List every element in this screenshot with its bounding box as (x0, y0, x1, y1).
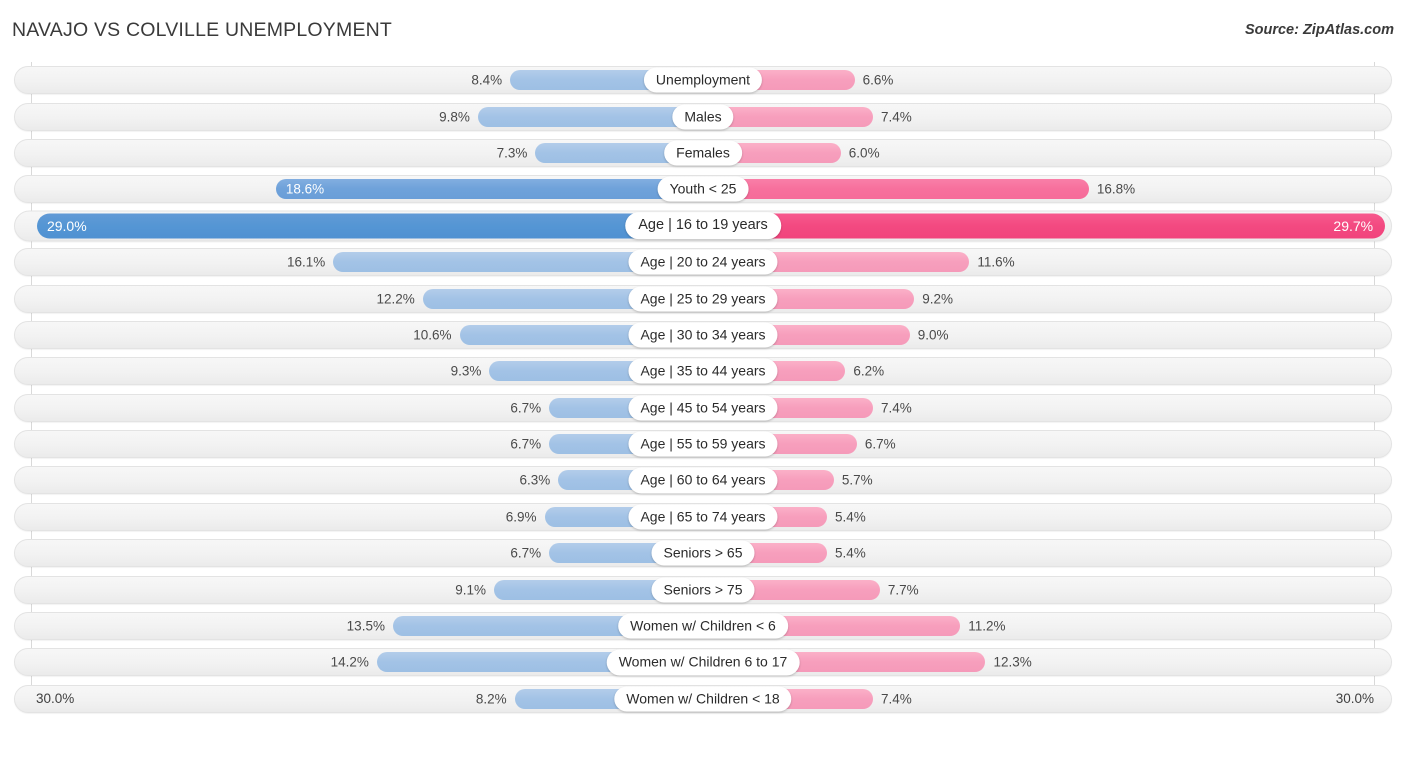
category-label: Males (672, 104, 734, 130)
table-row[interactable]: 6.7% 6.7% Age | 55 to 59 years (0, 426, 1406, 462)
table-row[interactable]: 12.2% 9.2% Age | 25 to 29 years (0, 280, 1406, 316)
value-label-navajo: 6.9% (505, 509, 537, 525)
table-row[interactable]: 14.2% 12.3% Women w/ Children 6 to 17 (0, 644, 1406, 680)
value-label-navajo: 14.2% (330, 654, 369, 670)
value-label-colville: 6.2% (853, 363, 885, 379)
category-label: Age | 35 to 44 years (628, 358, 778, 384)
category-label: Age | 55 to 59 years (628, 431, 778, 457)
value-label-colville: 29.7% (1333, 217, 1374, 234)
table-row[interactable]: 18.6% 16.8% Youth < 25 (0, 171, 1406, 207)
category-label: Age | 65 to 74 years (628, 504, 778, 530)
bar-row-list: 8.4% 6.6% Unemployment 9.8% 7.4% Males 7.3% 6.0… (0, 62, 1406, 717)
table-row[interactable]: 13.5% 11.2% Women w/ Children < 6 (0, 608, 1406, 644)
category-label: Age | 16 to 19 years (625, 211, 781, 240)
bar-navajo[interactable] (36, 213, 703, 239)
value-label-navajo: 6.7% (510, 436, 542, 452)
value-label-navajo: 8.4% (471, 72, 503, 88)
bar-navajo[interactable] (275, 179, 703, 200)
chart-root: NAVAJO VS COLVILLE UNEMPLOYMENT Source: … (0, 0, 1406, 757)
value-label-colville: 5.4% (835, 545, 866, 561)
value-label-colville: 6.6% (862, 72, 894, 88)
value-label-navajo: 13.5% (346, 618, 385, 634)
value-label-navajo: 9.1% (455, 581, 487, 597)
category-label: Age | 20 to 24 years (628, 249, 778, 275)
table-row[interactable]: 6.7% 5.4% Seniors > 65 (0, 535, 1406, 571)
table-row[interactable]: 10.6% 9.0% Age | 30 to 34 years (0, 317, 1406, 353)
value-label-colville: 7.7% (887, 581, 919, 597)
value-label-navajo: 29.0% (46, 217, 87, 234)
value-label-colville: 7.4% (880, 108, 912, 124)
value-label-colville: 6.7% (864, 436, 896, 452)
category-label: Women w/ Children < 6 (618, 613, 788, 639)
table-row[interactable]: 6.3% 5.7% Age | 60 to 64 years (0, 462, 1406, 498)
table-row[interactable]: 9.8% 7.4% Males (0, 98, 1406, 134)
category-label: Unemployment (643, 67, 763, 93)
value-label-navajo: 7.3% (496, 145, 528, 161)
category-label: Age | 60 to 64 years (628, 467, 778, 494)
bar-colville[interactable] (703, 213, 1386, 239)
bar-colville[interactable] (703, 179, 1089, 200)
category-label: Women w/ Children < 18 (614, 686, 792, 712)
plot-area: 8.4% 6.6% Unemployment 9.8% 7.4% Males 7.3% 6.0… (0, 62, 1406, 717)
category-label: Youth < 25 (657, 176, 749, 202)
value-label-navajo: 12.2% (376, 290, 415, 306)
category-label: Age | 45 to 54 years (628, 395, 778, 421)
category-label: Age | 30 to 34 years (628, 322, 778, 348)
table-row[interactable]: 16.1% 11.6% Age | 20 to 24 years (0, 244, 1406, 280)
value-label-colville: 9.0% (917, 327, 949, 343)
value-label-colville: 11.2% (968, 618, 1006, 634)
category-label: Females (664, 140, 742, 166)
value-label-navajo: 18.6% (285, 181, 325, 197)
value-label-colville: 16.8% (1096, 181, 1136, 197)
value-label-colville: 5.4% (835, 509, 866, 525)
category-label: Seniors > 65 (651, 540, 755, 566)
table-row[interactable]: 6.9% 5.4% Age | 65 to 74 years (0, 499, 1406, 535)
value-label-navajo: 9.8% (439, 108, 470, 124)
value-label-navajo: 6.7% (510, 399, 542, 415)
value-label-navajo: 6.7% (510, 545, 542, 561)
axis-max-right: 30.0% (1335, 691, 1374, 706)
axis-max-left: 30.0% (36, 691, 75, 706)
category-label: Age | 25 to 29 years (628, 285, 778, 312)
table-row[interactable]: 9.1% 7.7% Seniors > 75 (0, 571, 1406, 607)
category-label: Seniors > 75 (651, 577, 755, 603)
table-row[interactable]: 6.7% 7.4% Age | 45 to 54 years (0, 390, 1406, 426)
value-label-colville: 7.4% (880, 399, 912, 415)
bar-navajo[interactable] (477, 106, 703, 127)
value-label-navajo: 10.6% (413, 327, 452, 343)
value-label-navajo: 16.1% (286, 254, 326, 270)
table-row[interactable]: 9.3% 6.2% Age | 35 to 44 years (0, 353, 1406, 389)
table-row[interactable]: 29.0% 29.7% Age | 16 to 19 years (0, 208, 1406, 244)
value-label-colville: 9.2% (922, 290, 954, 306)
value-label-navajo: 6.3% (519, 472, 551, 488)
source-attribution: Source: ZipAtlas.com (1244, 22, 1394, 38)
category-label: Women w/ Children 6 to 17 (606, 649, 800, 675)
value-label-colville: 11.6% (977, 254, 1015, 270)
value-label-colville: 6.0% (848, 145, 880, 161)
table-row[interactable]: 7.3% 6.0% Females (0, 135, 1406, 171)
page-title: NAVAJO VS COLVILLE UNEMPLOYMENT (12, 19, 393, 41)
value-label-colville: 12.3% (993, 654, 1032, 670)
table-row[interactable]: 8.4% 6.6% Unemployment (0, 62, 1406, 98)
value-label-navajo: 9.3% (450, 363, 482, 379)
value-label-colville: 5.7% (841, 472, 873, 488)
